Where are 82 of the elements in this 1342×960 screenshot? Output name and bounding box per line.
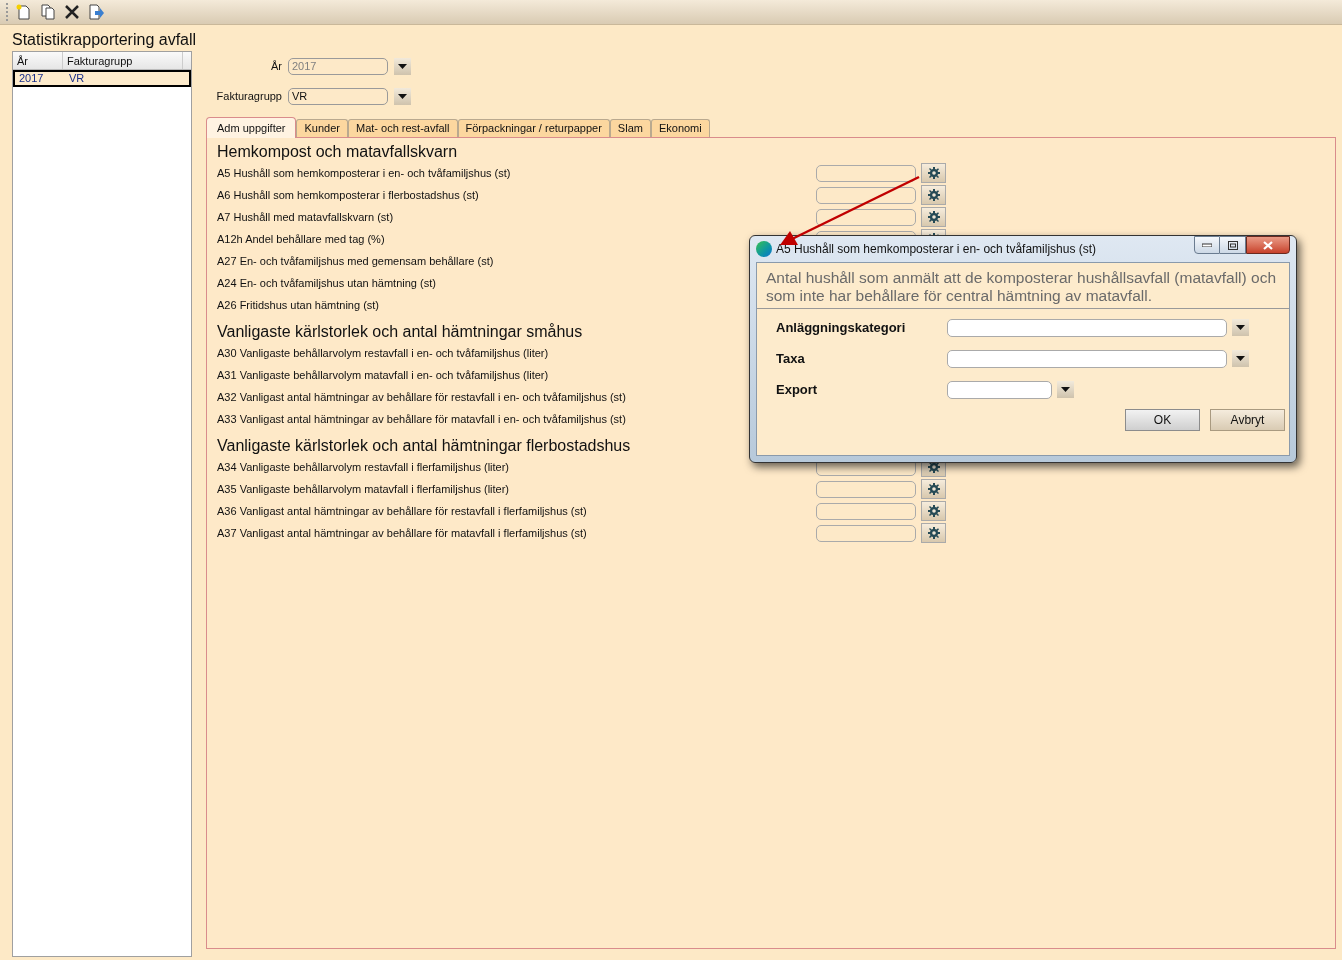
dropdown-field[interactable] bbox=[947, 380, 1052, 399]
column-header[interactable]: Fakturagrupp bbox=[63, 52, 183, 69]
dropdown-field[interactable] bbox=[947, 349, 1227, 368]
input-field[interactable] bbox=[816, 524, 916, 542]
settings-button[interactable] bbox=[921, 479, 946, 499]
input-field[interactable] bbox=[816, 502, 916, 520]
dropdown-button[interactable] bbox=[394, 58, 411, 75]
field-label: År bbox=[270, 59, 282, 75]
input-field[interactable] bbox=[816, 164, 916, 182]
dropdown-button[interactable] bbox=[1232, 319, 1249, 336]
settings-button[interactable] bbox=[921, 185, 946, 205]
gear-icon bbox=[927, 527, 940, 539]
section-heading: Hemkompost och matavfallskvarn bbox=[217, 142, 458, 162]
tab[interactable]: Ekonomi bbox=[650, 119, 710, 137]
field-label: Anläggningskategori bbox=[776, 318, 906, 337]
dropdown-field[interactable] bbox=[947, 318, 1227, 337]
tab[interactable]: Slam bbox=[609, 119, 651, 137]
dropdown-button[interactable] bbox=[1232, 350, 1249, 367]
ok-button[interactable]: OK bbox=[1125, 409, 1200, 431]
input-field[interactable] bbox=[816, 208, 916, 226]
cancel-button[interactable]: Avbryt bbox=[1210, 409, 1285, 431]
field-label: A35 Vanligaste behållarvolym matavfall i flerfamiljshus (liter) bbox=[217, 481, 510, 497]
tab[interactable]: Adm uppgifter bbox=[206, 117, 297, 138]
field-label: Fakturagrupp bbox=[215, 89, 282, 105]
input-field[interactable] bbox=[816, 480, 916, 498]
field-label: A34 Vanligaste behållarvolym restavfall i flerfamiljshus (liter) bbox=[217, 459, 510, 475]
tab[interactable]: Förpackningar / returpapper bbox=[457, 119, 610, 137]
app-logo-icon bbox=[756, 241, 772, 257]
tab[interactable]: Mat- och rest-avfall bbox=[347, 119, 458, 137]
settings-button[interactable] bbox=[921, 523, 946, 543]
copy-icon[interactable] bbox=[39, 3, 57, 21]
caret-icon bbox=[398, 64, 407, 69]
field-label: A36 Vanligast antal hämtningar av behållare för restavfall i flerfamiljshus (st) bbox=[217, 503, 587, 519]
caret-icon bbox=[1236, 325, 1245, 330]
gear-icon bbox=[927, 167, 940, 179]
new-document-icon[interactable] bbox=[15, 3, 33, 21]
dropdown-button[interactable] bbox=[394, 88, 411, 105]
field-label: A37 Vanligast antal hämtningar av behållare för matavfall i flerfamiljshus (st) bbox=[217, 525, 587, 541]
close-icon bbox=[1263, 240, 1273, 250]
document-arrow-icon[interactable] bbox=[87, 3, 105, 21]
settings-button[interactable] bbox=[921, 501, 946, 521]
gear-icon bbox=[927, 505, 940, 517]
close-icon[interactable] bbox=[63, 3, 81, 21]
gear-icon bbox=[927, 483, 940, 495]
column-header[interactable]: År bbox=[13, 52, 63, 69]
dropdown-field[interactable]: VR bbox=[288, 88, 388, 105]
field-label: A5 Hushåll som hemkomposterar i en- och tvåfamiljshus (st) bbox=[217, 165, 511, 181]
caret-icon bbox=[1236, 356, 1245, 361]
field-label: A31 Vanligaste behållarvolym matavfall i en- och tvåfamiljshus (liter) bbox=[217, 367, 549, 383]
close-button[interactable] bbox=[1246, 236, 1290, 254]
field-label: A24 En- och tvåfamiljshus utan hämtning (st) bbox=[217, 275, 436, 291]
table-cell-text: VR bbox=[68, 72, 86, 85]
dropdown-button[interactable] bbox=[1057, 381, 1074, 398]
page-title: Statistikrapportering avfall bbox=[12, 30, 198, 50]
section-heading: Vanligaste kärlstorlek och antal hämtningar flerbostadshus bbox=[217, 436, 631, 456]
minimize-button[interactable] bbox=[1194, 236, 1220, 254]
field-label: Export bbox=[776, 380, 818, 399]
field-label: A32 Vanligast antal hämtningar av behållare för restavfall i en- och tvåfamiljshus (st) bbox=[217, 389, 626, 405]
field-label: A12h Andel behållare med tag (%) bbox=[217, 231, 385, 247]
settings-button[interactable] bbox=[921, 163, 946, 183]
maximize-icon bbox=[1227, 240, 1238, 250]
field-label: Taxa bbox=[776, 349, 805, 368]
table-cell-text: 2017 bbox=[18, 72, 45, 85]
section-heading: Vanligaste kärlstorlek och antal hämtningar småhus bbox=[217, 322, 583, 342]
minimize-icon bbox=[1202, 243, 1212, 247]
settings-button[interactable] bbox=[921, 207, 946, 227]
dialog-description: Antal hushåll som anmält att de komposterar hushållsavfall (matavfall) och som inte har behållare för central hämtning av matavfall. bbox=[757, 263, 1289, 309]
caret-icon bbox=[1061, 387, 1070, 392]
caret-icon bbox=[398, 94, 407, 99]
input-field[interactable] bbox=[816, 186, 916, 204]
field-label: A33 Vanligast antal hämtningar av behållare för matavfall i en- och tvåfamiljshus (st) bbox=[217, 411, 626, 427]
field-label: A27 En- och tvåfamiljshus med gemensam behållare (st) bbox=[217, 253, 494, 269]
field-label: A6 Hushåll som hemkomposterar i flerbostadshus (st) bbox=[217, 187, 479, 203]
toolbar-grip bbox=[6, 3, 9, 21]
field-label: A30 Vanligaste behållarvolym restavfall i en- och tvåfamiljshus (liter) bbox=[217, 345, 549, 361]
list-row[interactable]: 2017 VR bbox=[13, 70, 191, 87]
tab[interactable]: Kunder bbox=[296, 119, 348, 137]
maximize-button[interactable] bbox=[1220, 236, 1246, 254]
gear-icon bbox=[927, 211, 940, 223]
field-label: A7 Hushåll med matavfallskvarn (st) bbox=[217, 209, 394, 225]
gear-icon bbox=[927, 189, 940, 201]
field-label: A26 Fritidshus utan hämtning (st) bbox=[217, 297, 380, 313]
